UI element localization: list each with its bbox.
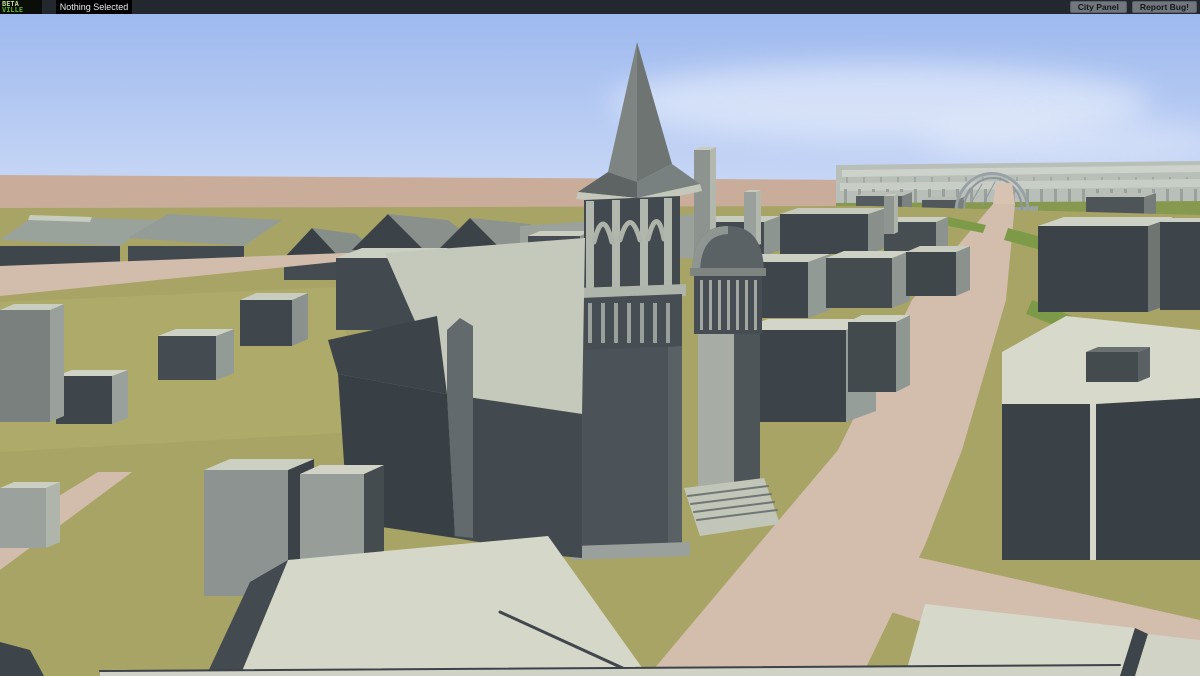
- church-clock-slats: [640, 303, 644, 343]
- church-belfry-column-4: [664, 198, 672, 288]
- east-block-2-side: [868, 208, 886, 254]
- midtown-block-4-front: [56, 376, 112, 424]
- church-drum-colonnade: [727, 280, 730, 330]
- church-clock-slats: [601, 303, 605, 343]
- church-tower-shaft: [580, 346, 682, 552]
- church-dome-shaft-shade: [734, 334, 760, 496]
- harborside-block-1-front: [1038, 226, 1148, 312]
- slender-tower-3-side: [894, 194, 898, 234]
- distant-building-3-top: [1086, 193, 1156, 197]
- left-edge-building-side: [50, 304, 64, 422]
- church-tower-corner-light: [668, 346, 682, 549]
- distant-pillars-lower: [844, 189, 847, 204]
- horizon-band: [0, 175, 868, 208]
- city-3d-scene: [0, 8, 1200, 676]
- church-clock-slats: [666, 303, 670, 343]
- church-belfry-column-3: [640, 199, 648, 289]
- selection-status: Nothing Selected: [56, 0, 132, 14]
- east-block-5-front: [826, 258, 892, 308]
- east-block-1-side: [764, 216, 780, 256]
- slender-tower-3-front: [884, 196, 894, 234]
- church-drum-colonnade: [700, 280, 703, 330]
- harborside-block-2-front: [1160, 222, 1200, 310]
- east-block-6-side: [956, 246, 970, 296]
- east-block-8-front: [848, 322, 896, 392]
- slender-tower-2-side: [756, 190, 761, 246]
- distant-pillars-lower: [1040, 189, 1043, 204]
- bridge-approach: [993, 183, 1015, 204]
- east-block-2-front: [780, 214, 868, 254]
- toolbar-buttons: City Panel Report Bug!: [1070, 1, 1197, 13]
- big-tower-front-east: [1096, 398, 1200, 560]
- church-clock-slats: [614, 303, 618, 343]
- church-drum-colonnade: [736, 280, 739, 330]
- betaville-window: BETA VILLE Nothing Selected City Panel R…: [0, 0, 1200, 676]
- left-foreground-cube-side: [46, 482, 60, 548]
- logo-text-ville: VILLE: [2, 7, 42, 13]
- church-dome-shaft-lit: [698, 334, 734, 496]
- distant-pillars-lower: [914, 189, 917, 204]
- church-belfry-column-1: [586, 201, 594, 291]
- top-toolbar: BETA VILLE Nothing Selected City Panel R…: [0, 0, 1200, 14]
- church-drum-cornice: [690, 268, 766, 276]
- distant-pillars-lower: [1054, 189, 1057, 204]
- church-clock-slats: [653, 303, 657, 343]
- church-drum-colonnade: [745, 280, 748, 330]
- left-foreground-cube-front: [0, 488, 46, 548]
- rooftop-penthouse-front: [1086, 352, 1138, 382]
- east-block-2-top: [780, 208, 886, 214]
- midtown-block-4-side: [112, 370, 128, 424]
- big-tower-front-west: [1002, 404, 1090, 560]
- church-drum-colonnade: [754, 280, 757, 330]
- church-drum-colonnade: [709, 280, 712, 330]
- church-drum-colonnade: [718, 280, 721, 330]
- betaville-logo: BETA VILLE: [0, 0, 42, 14]
- left-edge-building-front: [0, 310, 50, 422]
- city-viewport[interactable]: [0, 0, 1200, 676]
- church-belfry-column-2: [612, 200, 620, 290]
- midtown-block-3-front: [158, 336, 216, 380]
- city-panel-button[interactable]: City Panel: [1070, 1, 1127, 13]
- midtown-block-2-side: [292, 293, 308, 346]
- rooftop-penthouse-side: [1138, 347, 1150, 382]
- church-clock-slats: [588, 303, 592, 343]
- church-clock-slats: [627, 303, 631, 343]
- midtown-block-2-front: [240, 300, 292, 346]
- east-block-6-front: [906, 252, 956, 296]
- big-tower-seam: [1090, 404, 1096, 560]
- report-bug-button[interactable]: Report Bug!: [1132, 1, 1197, 13]
- midtown-block-3-side: [216, 329, 234, 380]
- east-block-8-side: [896, 315, 910, 392]
